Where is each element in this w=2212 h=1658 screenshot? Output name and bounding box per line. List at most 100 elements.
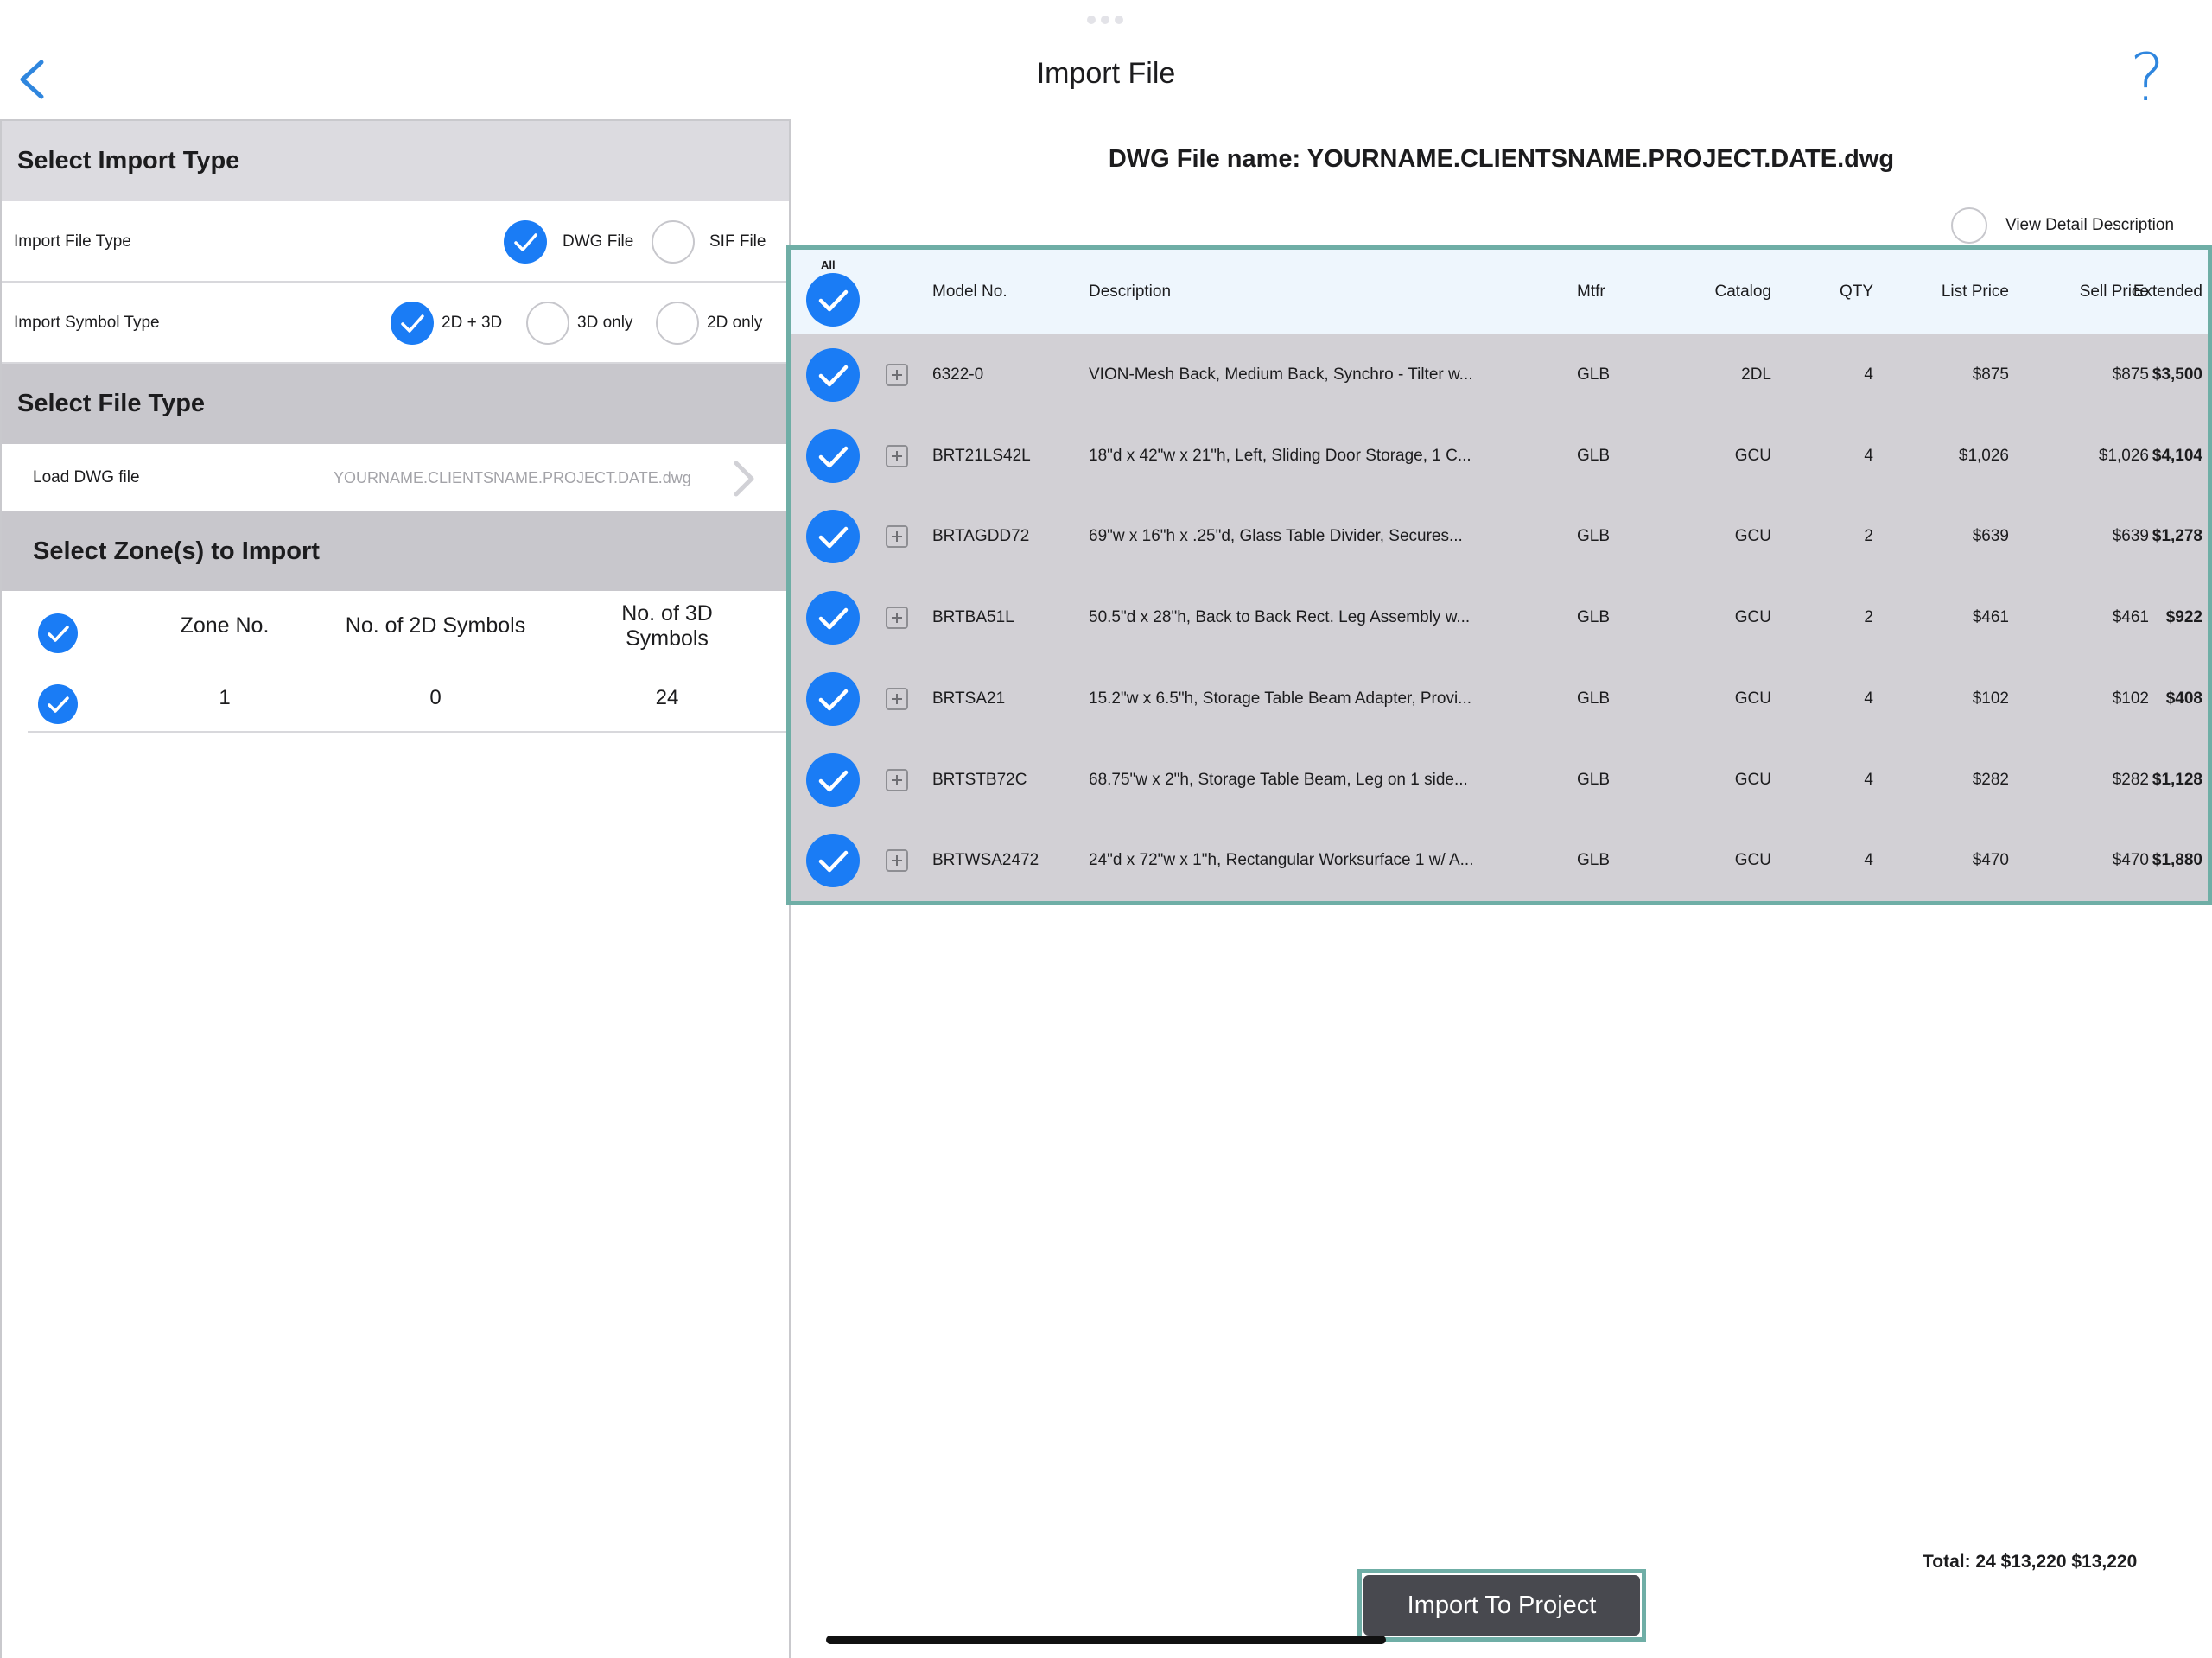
- sif-file-label[interactable]: SIF File: [709, 232, 766, 251]
- 2d-only-label[interactable]: 2D only: [707, 314, 762, 333]
- cell-mtfr: GLB: [1577, 446, 1611, 465]
- dwg-file-radio[interactable]: [504, 220, 547, 264]
- help-icon[interactable]: ?: [2126, 43, 2169, 112]
- cell-extended: $408: [2165, 689, 2202, 708]
- cell-qty: 2: [1864, 527, 1873, 546]
- column-header-mtfr[interactable]: Mtfr: [1577, 283, 1605, 302]
- cell-list-price: $875: [1972, 365, 2009, 384]
- row-select-check[interactable]: [806, 591, 860, 645]
- cell-list-price: $461: [1972, 608, 2009, 627]
- row-select-check[interactable]: [806, 348, 860, 402]
- cell-description: 24"d x 72"w x 1"h, Rectangular Worksurfa…: [1089, 851, 1474, 870]
- cell-extended: $922: [2165, 608, 2202, 627]
- zones-section-title: Select Zone(s) to Import: [33, 537, 320, 565]
- column-header-list-price[interactable]: List Price: [1879, 283, 2009, 302]
- expand-plus-icon[interactable]: [886, 364, 908, 386]
- cell-catalog: GCU: [1734, 446, 1771, 465]
- cell-model: BRTAGDD72: [932, 527, 1030, 546]
- 2d-3d-radio[interactable]: [391, 302, 434, 345]
- file-type-section-header: Select File Type: [2, 364, 789, 444]
- cell-extended: $1,128: [2152, 770, 2202, 789]
- row-select-check[interactable]: [806, 671, 860, 726]
- 3d-only-radio[interactable]: [526, 302, 569, 345]
- cell-description: 18"d x 42"w x 21"h, Left, Sliding Door S…: [1089, 446, 1471, 465]
- row-select-check[interactable]: [806, 429, 860, 483]
- cell-mtfr: GLB: [1577, 689, 1611, 708]
- table-row[interactable]: 6322-0 VION-Mesh Back, Medium Back, Synch…: [791, 334, 2208, 416]
- no-3d-symbols-value: 24: [655, 686, 679, 709]
- zones-select-all-check[interactable]: [38, 613, 78, 653]
- cell-list-price: $282: [1972, 770, 2009, 789]
- cell-list-price: $639: [1972, 527, 2009, 546]
- row-select-check[interactable]: [806, 510, 860, 564]
- zone-no-value: 1: [219, 686, 231, 709]
- cell-list-price: $102: [1972, 689, 2009, 708]
- column-header-model[interactable]: Model No.: [932, 283, 1007, 302]
- import-symbol-type-row: Import Symbol Type 2D + 3D 3D only 2D on…: [2, 283, 789, 364]
- column-header-extended[interactable]: Extended: [2069, 283, 2202, 302]
- column-header-description[interactable]: Description: [1089, 283, 1171, 302]
- cell-extended: $1,278: [2152, 527, 2202, 546]
- expand-plus-icon[interactable]: [886, 768, 908, 791]
- zone-no-header: Zone No.: [180, 613, 270, 638]
- select-all-check[interactable]: [806, 273, 860, 327]
- dwg-file-label[interactable]: DWG File: [563, 232, 633, 251]
- view-detail-description-radio[interactable]: [1951, 207, 1987, 244]
- expand-plus-icon[interactable]: [886, 849, 908, 873]
- table-row[interactable]: BRTSTB72C 68.75"w x 2"h, Storage Table Be…: [791, 740, 2208, 821]
- view-detail-description-label[interactable]: View Detail Description: [2005, 216, 2174, 235]
- table-header-row: All Model No. Description Mtfr Catalog Q…: [791, 250, 2208, 334]
- cell-catalog: 2DL: [1741, 365, 1771, 384]
- row-select-check[interactable]: [806, 753, 860, 807]
- table-row[interactable]: BRTWSA2472 24"d x 72"w x 1"h, Rectangular…: [791, 820, 2208, 901]
- table-row[interactable]: BRTBA51L 50.5"d x 28"h, Back to Back Rect…: [791, 577, 2208, 658]
- zone-divider: [28, 731, 789, 733]
- import-button-highlight: Import To Project: [1357, 1569, 1646, 1642]
- no-2d-symbols-value: 0: [429, 686, 442, 709]
- select-all-label: All: [821, 258, 836, 271]
- row-select-check[interactable]: [806, 834, 860, 888]
- totals-summary: Total: 24 $13,220 $13,220: [1923, 1552, 2138, 1572]
- 2d-3d-label[interactable]: 2D + 3D: [442, 314, 502, 333]
- no-2d-symbols-header: No. of 2D Symbols: [345, 613, 526, 638]
- import-file-type-label: Import File Type: [14, 232, 131, 251]
- cell-catalog: GCU: [1734, 851, 1771, 870]
- chevron-right-icon[interactable]: [731, 460, 757, 502]
- cell-qty: 2: [1864, 608, 1873, 627]
- load-dwg-file-row[interactable]: Load DWG file YOURNAME.CLIENTSNAME.PROJE…: [2, 444, 789, 511]
- column-header-qty[interactable]: QTY: [1784, 283, 1873, 302]
- file-type-section-title: Select File Type: [17, 390, 206, 417]
- sif-file-radio[interactable]: [652, 220, 695, 264]
- cell-extended: $1,880: [2152, 851, 2202, 870]
- dwg-file-name-title: DWG File name: YOURNAME.CLIENTSNAME.PROJ…: [1108, 145, 1895, 173]
- import-items-table: All Model No. Description Mtfr Catalog Q…: [786, 245, 2212, 905]
- expand-plus-icon[interactable]: [886, 525, 908, 549]
- cell-mtfr: GLB: [1577, 851, 1611, 870]
- grabber-handle[interactable]: [1087, 16, 1125, 24]
- cell-model: BRTBA51L: [932, 608, 1014, 627]
- expand-plus-icon[interactable]: [886, 444, 908, 467]
- table-row[interactable]: BRT21LS42L 18"d x 42"w x 21"h, Left, Slid…: [791, 416, 2208, 497]
- zone-row-check[interactable]: [38, 684, 78, 724]
- import-type-section-title: Select Import Type: [17, 147, 240, 175]
- no-3d-symbols-header-line2: Symbols: [626, 626, 709, 651]
- home-indicator[interactable]: [826, 1636, 1386, 1644]
- import-settings-panel: Select Import Type Import File Type DWG …: [0, 119, 791, 1658]
- cell-description: VION-Mesh Back, Medium Back, Synchro - T…: [1089, 365, 1473, 384]
- cell-qty: 4: [1864, 851, 1873, 870]
- expand-plus-icon[interactable]: [886, 687, 908, 710]
- cell-description: 15.2"w x 6.5"h, Storage Table Beam Adapt…: [1089, 689, 1472, 708]
- cell-extended: $4,104: [2152, 446, 2202, 465]
- cell-description: 68.75"w x 2"h, Storage Table Beam, Leg o…: [1089, 770, 1468, 789]
- import-to-project-button[interactable]: Import To Project: [1363, 1575, 1640, 1636]
- 2d-only-radio[interactable]: [656, 302, 699, 345]
- table-row[interactable]: BRTAGDD72 69"w x 16"h x .25"d, Glass Tabl…: [791, 496, 2208, 577]
- expand-plus-icon[interactable]: [886, 607, 908, 630]
- cell-catalog: GCU: [1734, 527, 1771, 546]
- import-type-section-header: Select Import Type: [2, 121, 789, 201]
- 3d-only-label[interactable]: 3D only: [577, 314, 632, 333]
- column-header-catalog[interactable]: Catalog: [1655, 283, 1772, 302]
- table-row[interactable]: BRTSA21 15.2"w x 6.5"h, Storage Table Bea…: [791, 658, 2208, 740]
- import-symbol-type-label: Import Symbol Type: [14, 314, 160, 332]
- cell-list-price: $1,026: [1958, 446, 2009, 465]
